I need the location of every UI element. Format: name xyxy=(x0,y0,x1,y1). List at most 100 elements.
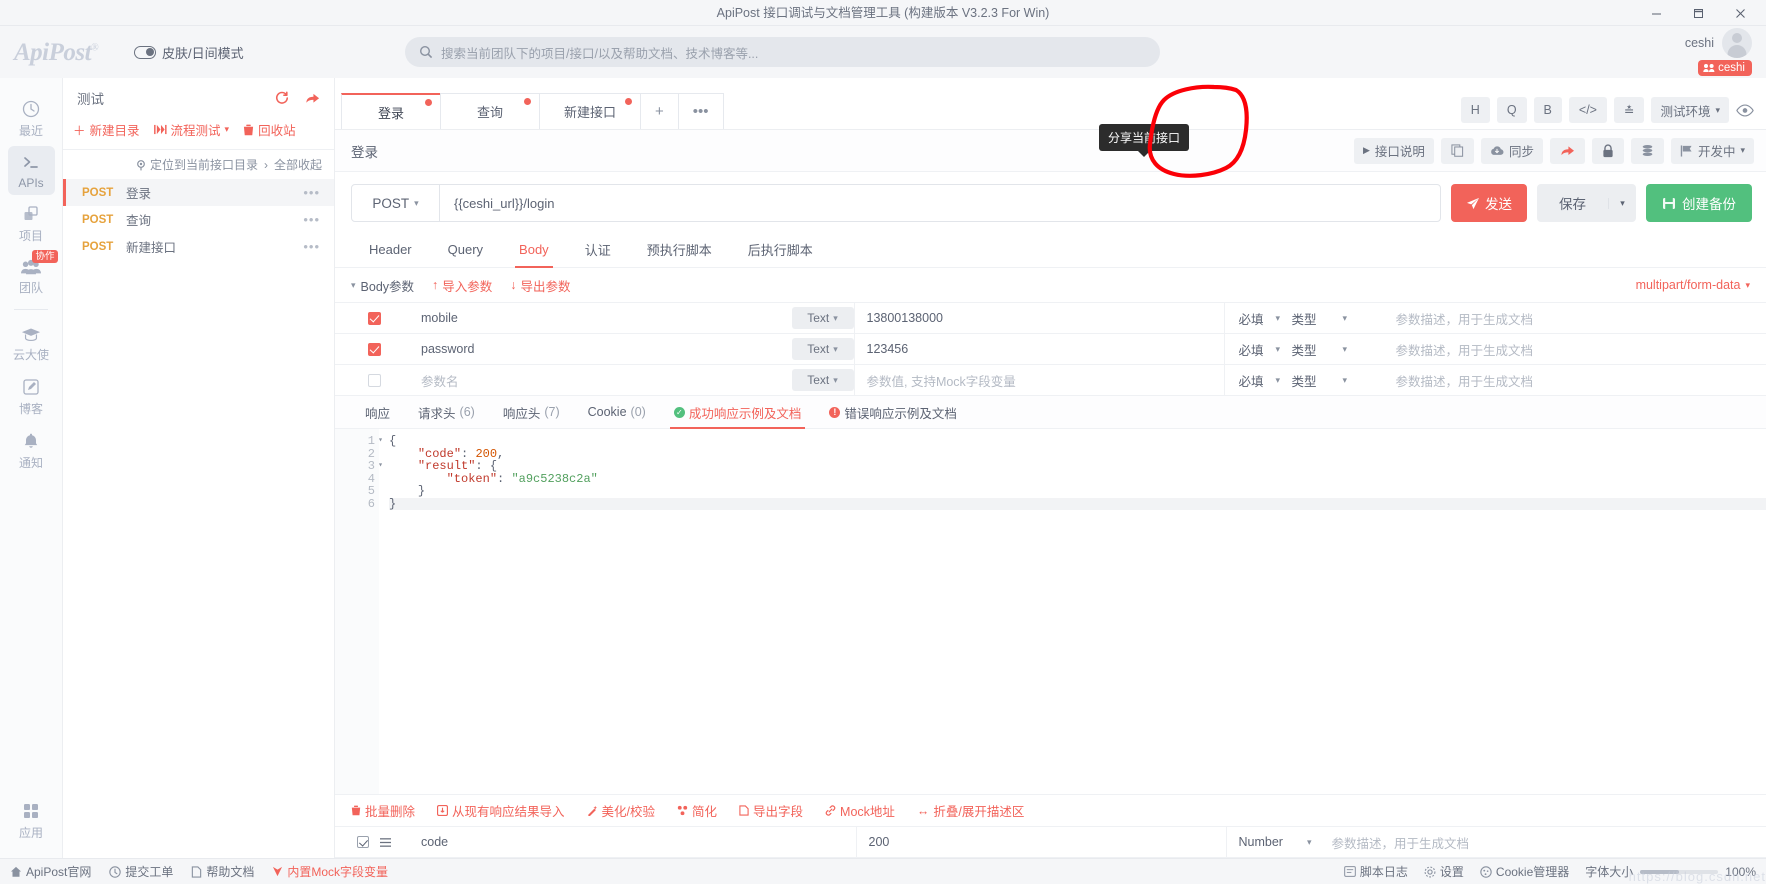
tab-error-example[interactable]: ! 错误响应示例及文档 xyxy=(815,396,971,429)
table-row[interactable]: 参数名 Text ▾ 参数值, 支持Mock字段变量 必填 ▾ 类型 ▾ 参数描述，用… xyxy=(335,364,1766,396)
tab-success-example[interactable]: ✓ 成功响应示例及文档 xyxy=(660,396,816,429)
param-value[interactable]: 13800138000 xyxy=(853,302,1224,334)
toggle-description-button[interactable]: ↔ 折叠/展开描述区 xyxy=(917,801,1024,820)
json-editor[interactable]: 1 ▾ 2 3 ▾ 4 5 6 { "code": 200, "result": { "tok… xyxy=(335,429,1766,795)
content-type-selector[interactable]: multipart/form-data ▾ xyxy=(1636,278,1750,292)
layers-button[interactable] xyxy=(1630,137,1664,164)
search-input[interactable]: 搜索当前团队下的项目/接口/以及帮助文档、技术博客等... xyxy=(441,43,758,62)
http-method-selector[interactable]: POST ▾ xyxy=(352,185,440,221)
simplify-button[interactable]: 简化 xyxy=(677,801,717,820)
param-name[interactable]: 参数名 xyxy=(413,371,792,390)
sidebar-item-team[interactable]: 协作 团队 xyxy=(8,250,58,301)
settings-mode-button[interactable]: ≛ xyxy=(1613,97,1645,123)
tab-cookie[interactable]: Cookie (0) xyxy=(574,396,660,429)
param-required-selector[interactable]: 必填 ▾ xyxy=(1223,333,1292,365)
help-doc-link[interactable]: 帮助文档 xyxy=(191,863,254,880)
row-menu-icon[interactable]: ••• xyxy=(303,239,334,254)
status-selector[interactable]: 开发中 ▾ xyxy=(1670,137,1754,164)
copy-button[interactable] xyxy=(1440,137,1474,164)
import-from-response-button[interactable]: 从现有响应结果导入 xyxy=(437,801,565,820)
lock-button[interactable] xyxy=(1591,137,1624,164)
save-button[interactable]: 保存 ▾ xyxy=(1537,184,1636,222)
list-item[interactable]: POST 查询 ••• xyxy=(63,206,334,233)
param-description[interactable]: 参数描述，用于生成文档 xyxy=(1388,340,1766,359)
tab-body[interactable]: Body xyxy=(501,232,567,268)
param-name[interactable]: mobile xyxy=(413,311,792,325)
tab-query[interactable]: 查询 xyxy=(440,93,540,129)
param-value[interactable]: 123456 xyxy=(853,333,1224,365)
row-checkbox[interactable] xyxy=(367,311,381,325)
settings-button[interactable]: 设置 xyxy=(1424,863,1464,880)
sidebar-item-project[interactable]: 项目 xyxy=(8,197,55,249)
batch-delete-button[interactable]: 批量删除 xyxy=(351,801,415,820)
param-type-selector[interactable]: Text ▾ xyxy=(791,338,854,360)
sidebar-item-blog[interactable]: 博客 xyxy=(8,370,55,422)
new-folder-button[interactable]: ＋ 新建目录 xyxy=(73,120,140,139)
export-fields-button[interactable]: 导出字段 xyxy=(739,801,803,820)
send-button[interactable]: 发送 xyxy=(1451,184,1527,222)
locate-current-api-button[interactable]: 定位到当前接口目录 xyxy=(135,156,258,173)
chevron-down-icon[interactable]: ▾ xyxy=(1608,197,1636,209)
param-required-selector[interactable]: 必填 ▾ xyxy=(1223,302,1292,334)
sidebar-item-recent[interactable]: 最近 xyxy=(8,92,55,144)
field-description[interactable]: 参数描述，用于生成文档 xyxy=(1322,833,1766,852)
param-description[interactable]: 参数描述，用于生成文档 xyxy=(1388,371,1766,390)
tab-auth[interactable]: 认证 xyxy=(567,232,629,268)
list-item[interactable]: POST 新建接口 ••• xyxy=(63,233,334,260)
tab-response[interactable]: 响应 xyxy=(351,396,404,429)
editor-line[interactable]: } xyxy=(389,485,1766,498)
cookie-manager-button[interactable]: Cookie管理器 xyxy=(1480,863,1569,880)
tab-add-button[interactable]: + xyxy=(640,93,679,129)
zoom-control[interactable]: 字体大小 100% xyxy=(1585,863,1756,880)
avatar[interactable] xyxy=(1722,28,1752,58)
sidebar-item-notification[interactable]: 通知 xyxy=(8,424,55,476)
editor-line[interactable]: "token": "a9c5238c2a" xyxy=(389,472,1766,486)
toggle-icon[interactable] xyxy=(134,45,156,59)
field-type-selector[interactable]: Number ▾ xyxy=(1225,826,1322,858)
close-button[interactable] xyxy=(1720,1,1760,25)
zoom-slider[interactable] xyxy=(1640,869,1719,874)
api-doc-button[interactable]: ▶ 接口说明 xyxy=(1354,137,1434,164)
list-item[interactable]: POST 登录 ••• xyxy=(63,179,334,206)
skin-toggle[interactable]: 皮肤/日间模式 xyxy=(134,43,244,62)
field-name[interactable]: code xyxy=(413,835,856,849)
mock-variables-link[interactable]: 内置Mock字段变量 xyxy=(272,863,388,880)
environment-selector[interactable]: 测试环境 ▾ xyxy=(1651,97,1729,123)
editor-code[interactable]: { "code": 200, "result": { "token": "a9c… xyxy=(379,429,1766,794)
code-mode-button[interactable]: </> xyxy=(1568,97,1607,123)
tab-query-params[interactable]: Query xyxy=(430,232,501,268)
tab-login[interactable]: 登录 xyxy=(341,93,441,129)
table-row[interactable]: mobile Text ▾ 13800138000 必填 ▾ 类型 ▾ 参数描述，用于… xyxy=(335,302,1766,334)
row-menu-icon[interactable]: ••• xyxy=(303,212,334,227)
menu-icon[interactable] xyxy=(379,837,392,848)
share-button[interactable] xyxy=(1549,137,1585,164)
mock-url-button[interactable]: Mock地址 xyxy=(825,801,895,820)
collapse-all-button[interactable]: 全部收起 xyxy=(274,156,322,173)
param-type-selector[interactable]: Text ▾ xyxy=(791,369,854,391)
sidebar-item-apis[interactable]: APIs xyxy=(7,146,55,195)
recycle-bin-button[interactable]: 回收站 xyxy=(243,120,296,139)
beautify-button[interactable]: 美化/校验 xyxy=(587,801,655,820)
row-checkbox[interactable] xyxy=(367,342,381,356)
table-row[interactable]: password Text ▾ 123456 必填 ▾ 类型 ▾ 参数描述，用于生成文… xyxy=(335,333,1766,365)
field-value[interactable]: 200 xyxy=(855,826,1226,858)
row-menu-icon[interactable]: ••• xyxy=(303,185,334,200)
param-name[interactable]: password xyxy=(413,342,792,356)
apipost-website-link[interactable]: ApiPost官网 xyxy=(10,863,91,880)
tab-response-headers[interactable]: 响应头 (7) xyxy=(489,396,574,429)
tab-new-api[interactable]: 新建接口 xyxy=(539,93,642,129)
param-datatype-selector[interactable]: 类型 ▾ xyxy=(1292,371,1388,390)
field-row[interactable]: code 200 Number ▾ 参数描述，用于生成文档 xyxy=(335,826,1766,858)
tab-request-headers[interactable]: 请求头 (6) xyxy=(404,396,489,429)
team-badge[interactable]: ceshi xyxy=(1698,60,1752,76)
script-log-button[interactable]: 脚本日志 xyxy=(1344,863,1408,880)
tab-header[interactable]: Header xyxy=(351,232,430,268)
submit-ticket-link[interactable]: 提交工单 xyxy=(109,863,173,880)
import-params-button[interactable]: ↑ 导入参数 xyxy=(432,276,492,295)
param-description[interactable]: 参数描述，用于生成文档 xyxy=(1388,309,1766,328)
param-required-selector[interactable]: 必填 ▾ xyxy=(1223,364,1292,396)
url-input[interactable]: {{ceshi_url}}/login xyxy=(440,185,1440,221)
query-mode-q-button[interactable]: Q xyxy=(1496,97,1527,123)
param-value[interactable]: 参数值, 支持Mock字段变量 xyxy=(853,364,1224,396)
sidebar-item-apps[interactable]: 应用 xyxy=(8,794,55,846)
